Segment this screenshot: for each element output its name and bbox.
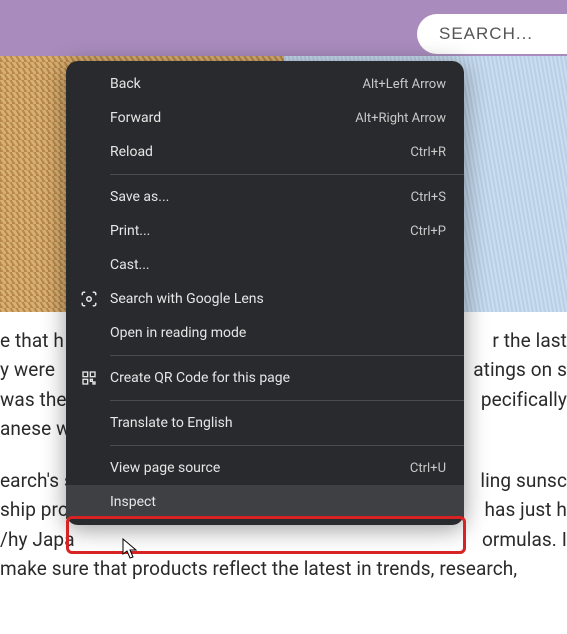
context-menu: Back Alt+Left Arrow Forward Alt+Right Ar… <box>66 61 464 525</box>
article-text: was the <box>0 385 67 414</box>
menu-item-forward[interactable]: Forward Alt+Right Arrow <box>66 101 464 135</box>
menu-label: Inspect <box>110 494 156 510</box>
menu-shortcut: Alt+Right Arrow <box>355 111 446 126</box>
menu-shortcut: Ctrl+U <box>410 461 446 476</box>
menu-label: View page source <box>110 460 220 476</box>
menu-item-back[interactable]: Back Alt+Left Arrow <box>66 67 464 101</box>
search-input[interactable] <box>439 24 567 44</box>
article-text: ship pro <box>0 495 69 524</box>
menu-shortcut: Ctrl+S <box>411 190 446 205</box>
menu-label: Cast... <box>110 257 150 273</box>
header-bar <box>0 0 567 56</box>
article-text: earch's s <box>0 466 74 495</box>
menu-shortcut: Ctrl+R <box>410 145 446 160</box>
menu-separator <box>110 445 464 446</box>
menu-item-cast[interactable]: Cast... <box>66 248 464 282</box>
menu-shortcut: Ctrl+P <box>410 224 446 239</box>
search-container <box>417 14 567 54</box>
article-text: make sure that products reflect the late… <box>0 557 517 580</box>
menu-item-google-lens[interactable]: Search with Google Lens <box>66 282 464 316</box>
menu-item-translate[interactable]: Translate to English <box>66 406 464 440</box>
menu-item-qr-code[interactable]: Create QR Code for this page <box>66 361 464 395</box>
article-text: y were <box>0 355 55 384</box>
menu-label: Search with Google Lens <box>110 291 264 307</box>
menu-shortcut: Alt+Left Arrow <box>362 77 446 92</box>
qr-code-icon <box>80 369 98 387</box>
article-text: e that h <box>0 326 64 355</box>
menu-item-reload[interactable]: Reload Ctrl+R <box>66 135 464 169</box>
article-text: pecifically <box>481 385 567 414</box>
menu-item-view-source[interactable]: View page source Ctrl+U <box>66 451 464 485</box>
menu-item-print[interactable]: Print... Ctrl+P <box>66 214 464 248</box>
google-lens-icon <box>80 290 98 308</box>
menu-label: Print... <box>110 223 150 239</box>
menu-label: Back <box>110 76 141 92</box>
menu-label: Forward <box>110 110 161 126</box>
menu-item-reading-mode[interactable]: Open in reading mode <box>66 316 464 350</box>
menu-separator <box>110 400 464 401</box>
menu-separator <box>110 355 464 356</box>
article-text: r the last <box>492 326 567 355</box>
menu-item-inspect[interactable]: Inspect <box>66 485 464 519</box>
article-text: atings on s <box>473 355 567 384</box>
article-text: anese w <box>0 414 70 443</box>
article-text: has just h <box>484 495 567 524</box>
article-text: /hy Japa <box>0 525 75 554</box>
article-text: ling sunsc <box>480 466 567 495</box>
menu-label: Save as... <box>110 189 169 205</box>
menu-separator <box>110 174 464 175</box>
menu-label: Create QR Code for this page <box>110 370 290 386</box>
menu-item-save-as[interactable]: Save as... Ctrl+S <box>66 180 464 214</box>
article-text: ormulas. I <box>482 525 567 554</box>
menu-label: Reload <box>110 144 153 160</box>
menu-label: Open in reading mode <box>110 325 246 341</box>
menu-label: Translate to English <box>110 415 233 431</box>
